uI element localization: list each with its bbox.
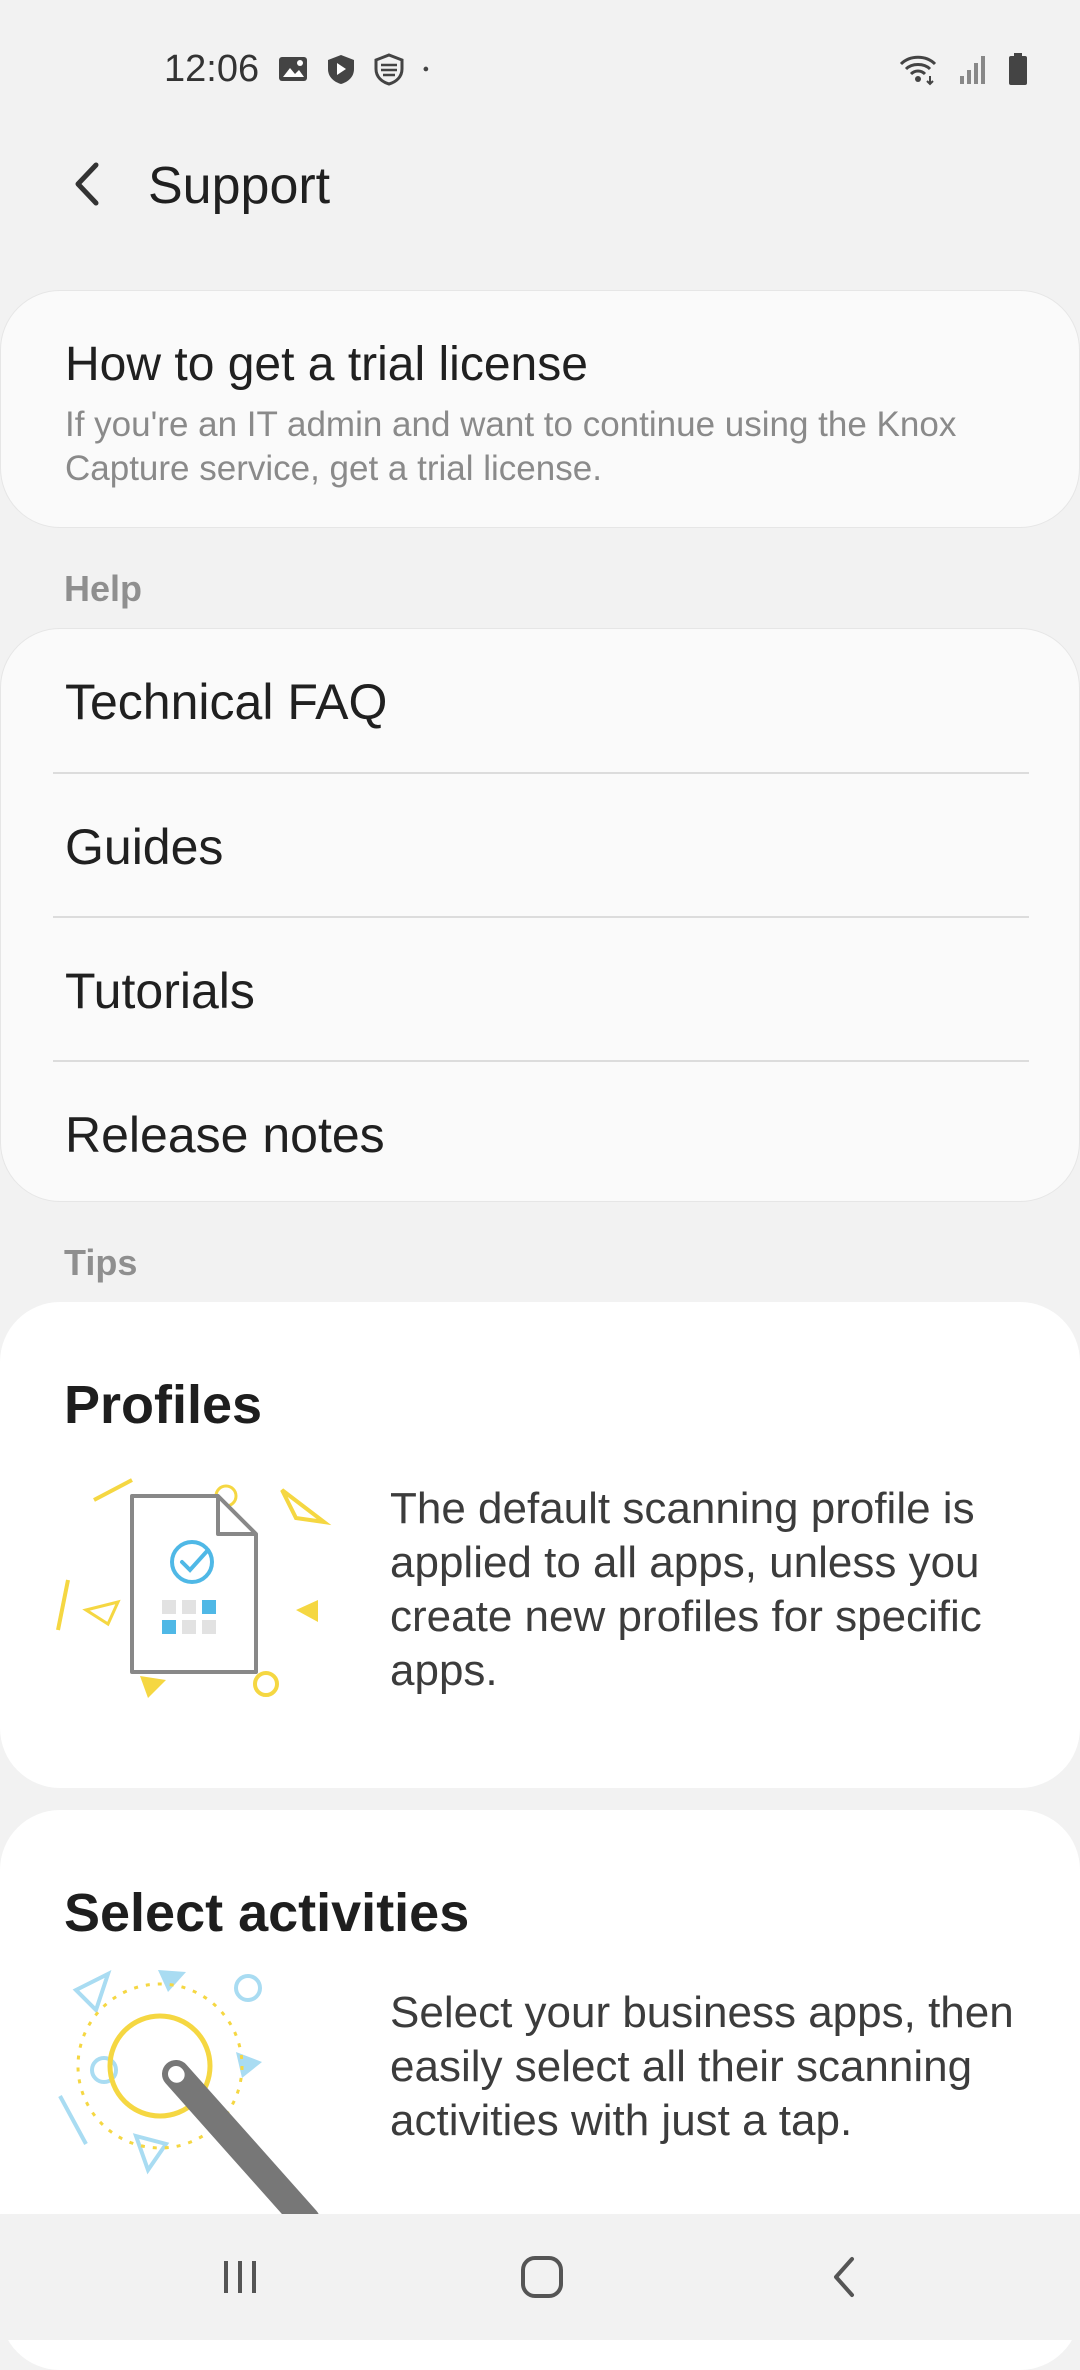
document-check-illustration bbox=[56, 1478, 332, 1698]
tip-text: The default scanning profile is applied … bbox=[390, 1484, 982, 1695]
help-item-label: Tutorials bbox=[65, 963, 255, 1019]
signal-icon bbox=[960, 56, 985, 84]
battery-icon bbox=[1009, 53, 1027, 85]
tip-text: Select your business apps, then easily s… bbox=[390, 1988, 1014, 2145]
chevron-left-icon bbox=[75, 162, 99, 206]
help-section-label: Help bbox=[64, 568, 143, 609]
knox-shield-icon bbox=[374, 53, 404, 86]
recents-icon bbox=[224, 2261, 256, 2293]
system-nav-bar bbox=[0, 2214, 1080, 2340]
status-time: 12:06 bbox=[164, 48, 260, 90]
tap-pen-illustration bbox=[58, 1970, 320, 2220]
page-title: Support bbox=[148, 157, 331, 215]
help-item-label: Guides bbox=[65, 819, 224, 875]
trial-license-title: How to get a trial license bbox=[65, 338, 588, 391]
trial-license-description: If you're an IT admin and want to contin… bbox=[65, 405, 957, 488]
help-item-label: Technical FAQ bbox=[65, 674, 388, 730]
recents-button[interactable] bbox=[200, 2244, 280, 2310]
status-bar: 12:06 bbox=[0, 0, 1080, 140]
help-item-technical-faq[interactable]: Technical FAQ bbox=[1, 629, 1080, 773]
shield-icon bbox=[328, 55, 354, 84]
status-notification-icons bbox=[276, 52, 440, 86]
dot-icon bbox=[423, 66, 429, 72]
app-header: Support bbox=[0, 140, 1080, 230]
help-card: Technical FAQ Guides Tutorials Release n… bbox=[0, 628, 1080, 1202]
home-button[interactable] bbox=[502, 2244, 582, 2310]
help-item-tutorials[interactable]: Tutorials bbox=[1, 918, 1080, 1062]
tip-card-profiles[interactable]: Profiles The default scanning profile is… bbox=[0, 1302, 1080, 1788]
trial-license-card[interactable]: How to get a trial license If you're an … bbox=[0, 290, 1080, 528]
help-item-label: Release notes bbox=[65, 1107, 385, 1163]
help-item-guides[interactable]: Guides bbox=[1, 774, 1080, 918]
tips-section-label: Tips bbox=[64, 1242, 138, 1283]
help-item-release-notes[interactable]: Release notes bbox=[1, 1062, 1080, 1206]
image-icon bbox=[279, 57, 307, 81]
back-button[interactable] bbox=[56, 154, 116, 214]
tip-title: Profiles bbox=[64, 1375, 263, 1435]
tip-title: Select activities bbox=[64, 1883, 470, 1943]
nav-back-button[interactable] bbox=[804, 2244, 884, 2310]
wifi-icon bbox=[899, 55, 937, 86]
home-icon bbox=[521, 2256, 563, 2298]
status-system-icons bbox=[896, 52, 1030, 86]
back-icon bbox=[834, 2257, 854, 2297]
